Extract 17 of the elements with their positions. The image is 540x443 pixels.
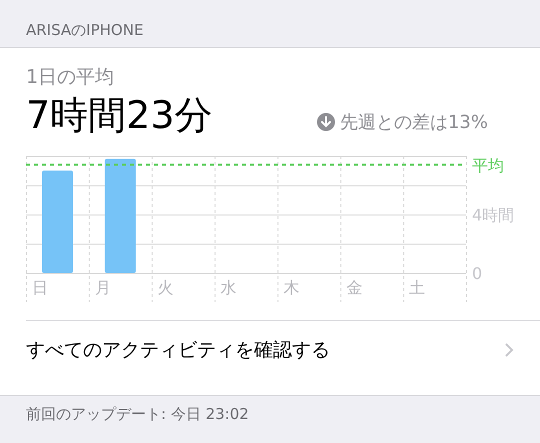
day-label: 木 xyxy=(283,278,300,297)
day-label: 金 xyxy=(346,278,362,297)
chevron-icon xyxy=(504,342,514,358)
daily-average-value: 7時間23分 xyxy=(26,92,213,138)
daily-average-label: 1日の平均 xyxy=(26,65,114,90)
day-label: 水 xyxy=(220,278,237,297)
see-all-activity-row[interactable]: すべてのアクティビティを確認する xyxy=(26,320,540,379)
day-label: 月 xyxy=(94,278,111,297)
day-label: 日 xyxy=(32,278,48,297)
average-label: 平均 xyxy=(472,156,504,175)
last-update-text: 前回のアップデート: 今日 23:02 xyxy=(26,405,249,423)
weekly-change-text: 先週との差は13% xyxy=(340,111,488,134)
section-header: ARISAのIPHONE xyxy=(26,21,144,39)
y-axis-label: 4時間 xyxy=(472,206,514,224)
y-axis-label: 0 xyxy=(472,264,482,283)
day-label: 土 xyxy=(409,278,426,297)
day-label: 火 xyxy=(158,278,174,297)
